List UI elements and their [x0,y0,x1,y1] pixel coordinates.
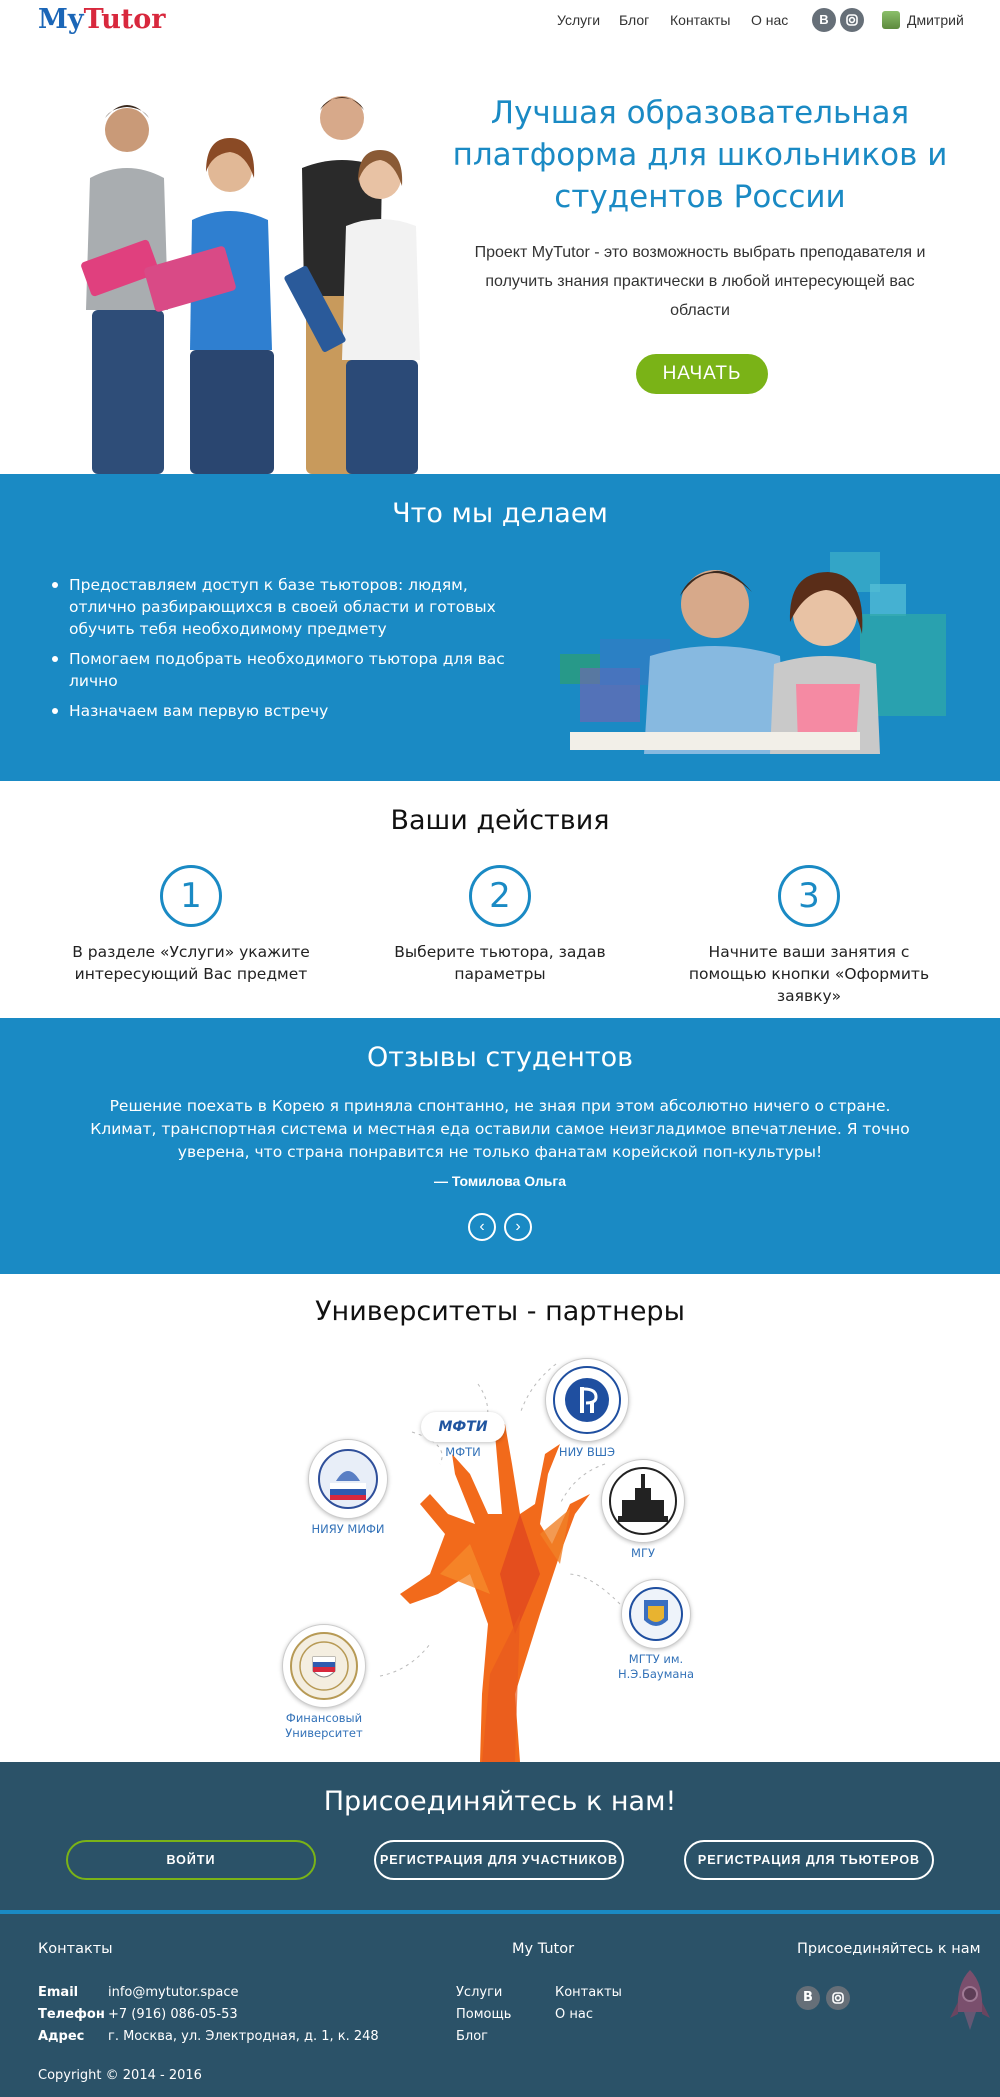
register-tutors-button[interactable]: РЕГИСТРАЦИЯ ДЛЯ ТЬЮТЕРОВ [684,1840,934,1880]
step-text: В разделе «Услуги» укажите интересующий … [72,943,310,983]
what-we-do-section: Что мы делаем Предоставляем доступ к баз… [0,474,1000,781]
step-number: 1 [160,865,222,927]
what-we-do-list: Предоставляем доступ к базе тьюторов: лю… [50,574,530,730]
footer-instagram-icon[interactable] [826,1986,850,2010]
hero-section: Лучшая образовательная платформа для шко… [0,40,1000,474]
email-value[interactable]: info@mytutor.space [108,1985,239,2000]
partners-section: Университеты - партнеры НИЯУ МИФИ МФТИ М… [0,1274,1000,1762]
join-section: Присоединяйтесь к нам! ВОЙТИ РЕГИСТРАЦИЯ… [0,1762,1000,1910]
phone-label: Телефон [38,2007,105,2022]
your-actions-section: Ваши действия 1 В разделе «Услуги» укажи… [0,781,1000,1018]
vk-icon[interactable]: В [812,8,836,32]
next-arrow-icon[interactable]: › [504,1213,532,1241]
reviews-section: Отзывы студентов Решение поехать в Корею… [0,1018,1000,1274]
scroll-top-rocket-icon[interactable] [950,1968,990,2034]
footer-link-about[interactable]: О нас [555,2007,593,2022]
your-actions-title: Ваши действия [390,805,610,836]
reviews-title: Отзывы студентов [366,1042,634,1073]
site-logo[interactable]: MyTutor [38,4,166,35]
studying-students-image [560,552,946,754]
list-item: Назначаем вам первую встречу [50,700,530,722]
phone-value[interactable]: +7 (916) 086-05-53 [108,2007,238,2022]
footer-contacts-title: Контакты [38,1941,113,1957]
instagram-icon[interactable] [840,8,864,32]
footer-link-blog[interactable]: Блог [456,2029,488,2044]
step-text: Выберите тьютора, задав параметры [394,943,606,983]
partner-label: Финансовый Университет [285,1711,363,1740]
step-number: 2 [469,865,531,927]
address-label: Адрес [38,2029,85,2044]
prev-arrow-icon[interactable]: ‹ [468,1213,496,1241]
site-footer: Контакты My Tutor Присоединяйтесь к нам … [0,1914,1000,2097]
partner-label: НИУ ВШЭ [558,1445,616,1459]
review-text: Решение поехать в Корею я приняла спонта… [90,1097,910,1161]
bauman-logo-icon [621,1579,691,1649]
students-group-image [81,96,420,474]
review-author: — Томилова Ольга [433,1173,567,1189]
logo-tutor: Tutor [83,4,166,35]
nav-about[interactable]: О нас [751,12,788,28]
logo-my: My [38,4,84,35]
start-button[interactable]: НАЧАТЬ [636,354,768,394]
list-item: Помогаем подобрать необходимого тьютора … [50,648,530,692]
what-we-do-title: Что мы делаем [392,498,608,529]
tree-illustration [379,1363,621,1762]
nav-blog[interactable]: Блог [619,12,649,28]
finance-logo-icon [282,1624,366,1708]
email-label: Email [38,1985,79,2000]
footer-link-help[interactable]: Помощь [456,2007,511,2022]
user-avatar[interactable] [882,11,900,29]
partner-label: НИЯУ МИФИ [311,1522,385,1536]
partner-label: МГТУ им. Н.Э.Баумана [617,1652,695,1681]
mgu-logo-icon [601,1459,685,1543]
partner-label: МГУ [631,1546,655,1560]
hero-title: Лучшая образовательная платформа для шко… [452,95,948,215]
footer-link-services[interactable]: Услуги [456,1985,502,2000]
login-button[interactable]: ВОЙТИ [66,1840,316,1880]
footer-join-title: Присоединяйтесь к нам [797,1941,981,1957]
nav-contacts[interactable]: Контакты [670,12,730,28]
step-text: Начните ваши занятия с помощью кнопки «О… [688,943,930,1005]
partner-bauman[interactable]: МГТУ им. Н.Э.Баумана [615,1579,697,1682]
partner-hse[interactable]: НИУ ВШЭ [538,1358,636,1460]
mfti-logo-icon: МФТИ [421,1412,505,1442]
user-name[interactable]: Дмитрий [907,12,964,28]
footer-brand-title: My Tutor [512,1941,575,1957]
site-header: MyTutor Услуги Блог Контакты О нас В Дми… [0,0,1000,40]
list-item: Предоставляем доступ к базе тьюторов: лю… [50,574,530,640]
partner-finance[interactable]: Финансовый Университет [276,1624,372,1741]
partner-mifi[interactable]: НИЯУ МИФИ [300,1439,396,1537]
hse-logo-icon [545,1358,629,1442]
hero-description: Проект MyTutor - это возможность выбрать… [474,244,926,319]
footer-vk-icon[interactable]: В [796,1986,820,2010]
step-number: 3 [778,865,840,927]
nav-services[interactable]: Услуги [557,12,600,28]
partner-mgu[interactable]: МГУ [598,1459,688,1561]
partner-label: МФТИ [445,1445,481,1459]
copyright: Copyright © 2014 - 2016 [38,2068,202,2083]
join-title: Присоединяйтесь к нам! [323,1786,677,1817]
address-value: г. Москва, ул. Электродная, д. 1, к. 248 [108,2029,379,2044]
footer-link-contacts[interactable]: Контакты [555,1985,622,2000]
partner-mfti[interactable]: МФТИ МФТИ [415,1412,511,1460]
register-members-button[interactable]: РЕГИСТРАЦИЯ ДЛЯ УЧАСТНИКОВ [374,1840,624,1880]
mifi-logo-icon [308,1439,388,1519]
